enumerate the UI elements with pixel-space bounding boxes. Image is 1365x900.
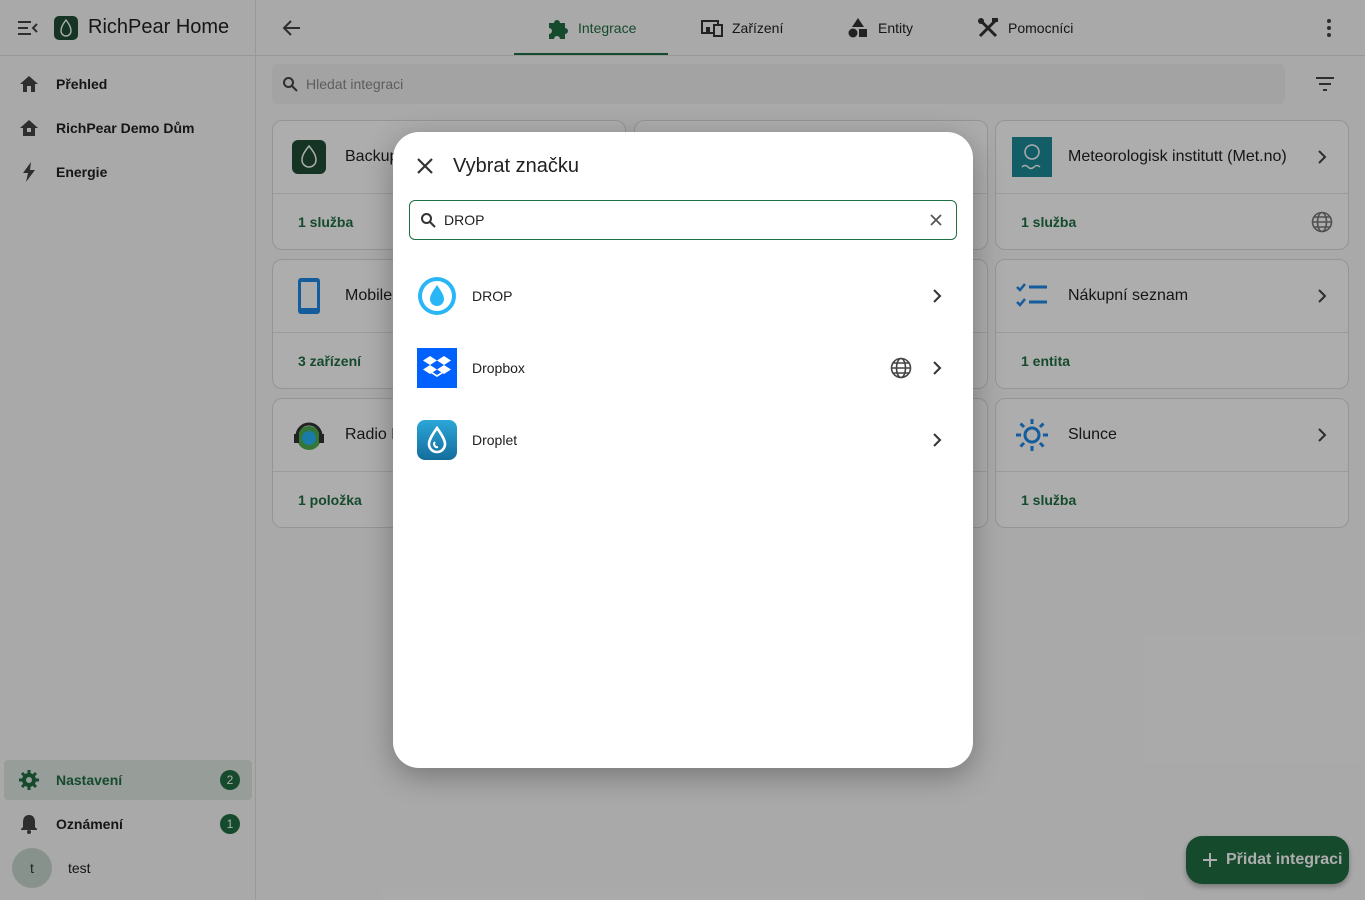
search-icon: [421, 213, 436, 228]
brand-item-dropbox[interactable]: Dropbox: [393, 332, 973, 404]
brand-item-droplet[interactable]: Droplet: [393, 404, 973, 476]
brand-name: DROP: [472, 288, 513, 304]
drop-logo-icon: [417, 276, 457, 316]
globe-icon: [890, 357, 912, 379]
chevron-right-icon: [933, 361, 942, 375]
chevron-right-icon: [933, 289, 942, 303]
brand-name: Dropbox: [472, 360, 525, 376]
chevron-right-icon: [933, 433, 942, 447]
brand-item-drop[interactable]: DROP: [393, 260, 973, 332]
select-brand-dialog: Vybrat značku DROP DROP Dropbox Droplet: [393, 132, 973, 768]
dropbox-logo-icon: [417, 348, 457, 388]
brand-name: Droplet: [472, 432, 518, 448]
droplet-logo-icon: [417, 420, 457, 460]
dialog-title: Vybrat značku: [453, 155, 579, 177]
brand-search-value: DROP: [444, 212, 485, 228]
clear-icon[interactable]: [926, 210, 946, 230]
close-icon[interactable]: [413, 154, 437, 178]
brand-search-input[interactable]: DROP: [409, 200, 957, 240]
